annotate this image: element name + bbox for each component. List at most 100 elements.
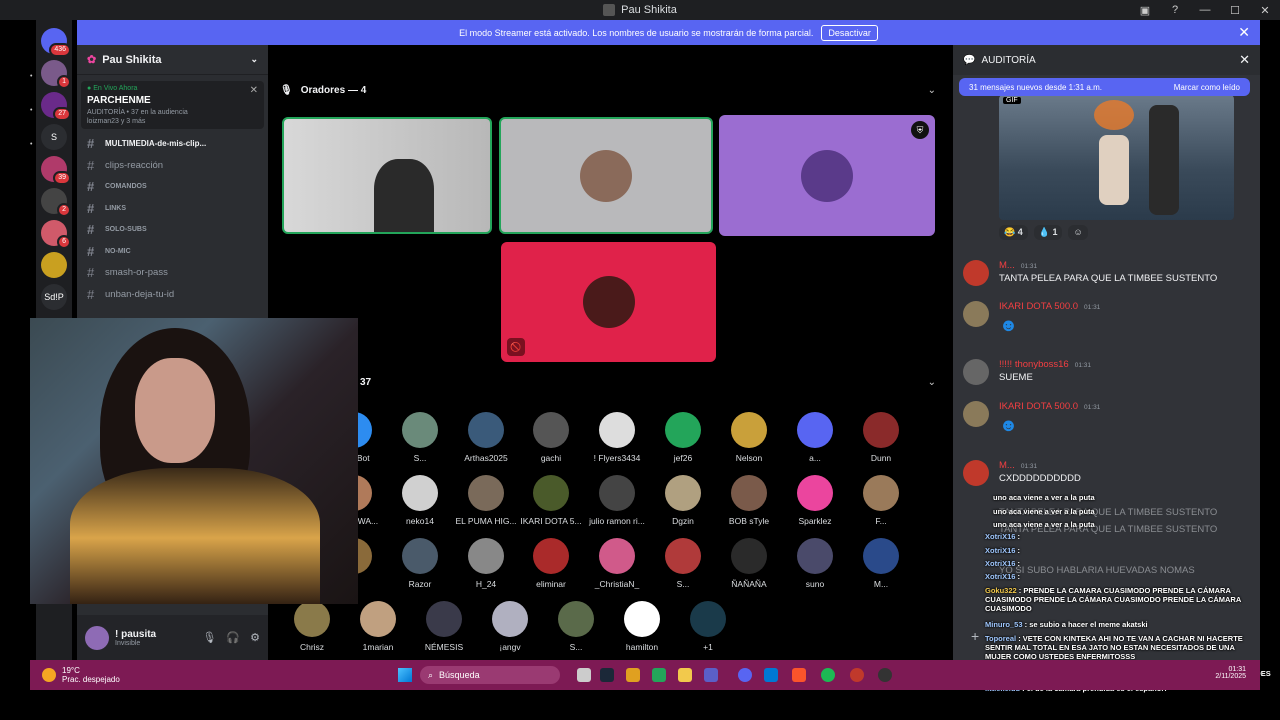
minimize-button[interactable]: — (1190, 4, 1220, 16)
server-icon[interactable] (41, 252, 67, 278)
brave-icon[interactable] (792, 668, 806, 682)
audience-member[interactable]: IKARI DOTA 5... (520, 475, 582, 526)
server-icon[interactable]: Sd!P (41, 284, 67, 310)
server-icon[interactable]: 6 (41, 220, 71, 249)
reaction[interactable]: 💧 1 (1033, 225, 1063, 240)
username: ! pausita (115, 628, 157, 640)
streamer-mode-banner: El modo Streamer está activado. Los nomb… (77, 20, 1260, 45)
server-icon[interactable]: 1 (41, 60, 71, 89)
chat-bubble-icon: 💬 (963, 54, 976, 66)
audience-member[interactable]: Razor (389, 538, 451, 589)
inbox-icon[interactable]: ▣ (1130, 4, 1160, 17)
discord-icon[interactable] (738, 668, 752, 682)
deactivate-button[interactable]: Desactivar (821, 24, 878, 41)
audience-member[interactable]: neko14 (389, 475, 451, 526)
file-explorer-icon[interactable] (678, 668, 692, 682)
live-stage-card[interactable]: ● En Vivo Ahora PARCHENME AUDITORÍA • 37… (81, 81, 264, 129)
audience-member[interactable]: M... (850, 538, 912, 589)
windows-start-icon[interactable] (398, 668, 412, 682)
audience-member[interactable]: hamilton (611, 601, 673, 652)
audience-member[interactable]: eliminar (520, 538, 582, 589)
server-icon[interactable]: 27 (41, 92, 71, 121)
channel-item[interactable]: # SOLO-SUBS (77, 219, 268, 241)
channel-item[interactable]: # NO-MIC (77, 241, 268, 263)
speaker-video-tile[interactable] (282, 117, 492, 234)
audience-member[interactable]: S... (545, 601, 607, 652)
server-icon[interactable]: S (41, 124, 67, 150)
audience-member[interactable]: BOB sTyle (718, 475, 780, 526)
app-icon[interactable] (652, 668, 666, 682)
close-window-button[interactable]: ✕ (1250, 4, 1280, 17)
audience-member[interactable]: Sparklez (784, 475, 846, 526)
audience-member[interactable]: H_24 (455, 538, 517, 589)
message-time: 01:31 (1020, 263, 1038, 270)
channel-item[interactable]: # LINKS (77, 198, 268, 220)
channel-name: LINKS (105, 204, 126, 212)
audience-member[interactable]: +1 (677, 601, 739, 652)
copilot-icon[interactable] (626, 668, 640, 682)
maximize-button[interactable]: ☐ (1220, 4, 1250, 17)
server-icon[interactable]: 39 (41, 156, 71, 185)
taskbar-search[interactable]: ⌕ Búsqueda (420, 666, 560, 684)
channel-item[interactable]: # MULTIMEDIA-de-mis-clip... (77, 133, 268, 155)
audience-member[interactable]: Nelson (718, 412, 780, 463)
spotify-icon[interactable] (821, 668, 835, 682)
audience-member[interactable]: Dgzin (652, 475, 714, 526)
server-icon[interactable]: 2 (41, 188, 71, 217)
audience-member[interactable]: ¡angv (479, 601, 541, 652)
avatar (731, 538, 767, 574)
mic-icon[interactable]: 🎙 (202, 631, 216, 644)
overlay-chat-text: : (1017, 532, 1021, 541)
new-messages-bar[interactable]: 31 mensajes nuevos desde 1:31 a.m. Marca… (959, 78, 1250, 96)
clock[interactable]: 01:31 2/11/2025 (1215, 666, 1246, 680)
audience-member[interactable]: 1marian (347, 601, 409, 652)
audience-member[interactable]: _ChristiaN_ (586, 538, 648, 589)
steam-icon[interactable] (600, 668, 614, 682)
speaker-tile[interactable]: ⛨ (719, 115, 935, 236)
audience-member[interactable]: ÑAÑAÑA (718, 538, 780, 589)
reaction[interactable]: 😂 4 (999, 225, 1028, 240)
speaker-tile[interactable] (499, 117, 713, 234)
server-header[interactable]: ✿ Pau Shikita ⌄ (77, 45, 268, 75)
server-icon[interactable]: 436 (41, 28, 71, 57)
obs-icon[interactable] (850, 668, 864, 682)
channel-item[interactable]: # unban-deja-tu-id (77, 284, 268, 306)
weather-widget[interactable]: 19°C Prac. despejado (30, 666, 120, 684)
close-live-icon[interactable]: ✕ (250, 85, 258, 96)
avatar[interactable] (85, 625, 109, 650)
audience-member[interactable]: Chrisz (281, 601, 343, 652)
teams-icon[interactable] (704, 668, 718, 682)
audience-member[interactable]: a... (784, 412, 846, 463)
speaker-tile[interactable]: 🚫 (501, 242, 716, 362)
gear-icon[interactable]: ⚙ (250, 631, 260, 644)
audience-member[interactable]: EL PUMA HIG... (455, 475, 517, 526)
help-icon[interactable]: ? (1160, 4, 1190, 16)
chevron-down-icon[interactable]: ⌄ (928, 377, 936, 388)
close-banner-icon[interactable]: ✕ (1238, 24, 1250, 41)
headphones-icon[interactable]: 🎧 (226, 631, 240, 644)
audience-member[interactable]: gachi (520, 412, 582, 463)
audience-member[interactable]: jef26 (652, 412, 714, 463)
audience-member[interactable]: S... (389, 412, 451, 463)
channel-item[interactable]: # COMANDOS (77, 176, 268, 198)
app-icon[interactable] (878, 668, 892, 682)
audience-member[interactable]: suno (784, 538, 846, 589)
channel-item[interactable]: # clips-reacción (77, 155, 268, 177)
task-view-icon[interactable] (577, 668, 591, 682)
audience-member[interactable]: ! Flyers3434 (586, 412, 648, 463)
add-reaction-icon[interactable]: ☺ (1068, 225, 1088, 240)
audience-member[interactable]: Arthas2025 (455, 412, 517, 463)
audience-member[interactable]: S... (652, 538, 714, 589)
mark-read-button[interactable]: Marcar como leído (1174, 83, 1240, 92)
gif-embed[interactable]: GIF (999, 95, 1234, 220)
outlook-icon[interactable] (764, 668, 778, 682)
chevron-down-icon[interactable]: ⌄ (928, 85, 936, 96)
channel-item[interactable]: # smash-or-pass (77, 262, 268, 284)
overlay-chat-text: : (1017, 572, 1021, 581)
audience-member[interactable]: Dunn (850, 412, 912, 463)
audience-member[interactable]: F... (850, 475, 912, 526)
audience-member[interactable]: julio ramon ri... (586, 475, 648, 526)
audience-member[interactable]: NÉMESIS (413, 601, 475, 652)
add-attachment-icon[interactable]: + (971, 628, 979, 644)
close-chat-icon[interactable]: ✕ (1239, 52, 1250, 68)
